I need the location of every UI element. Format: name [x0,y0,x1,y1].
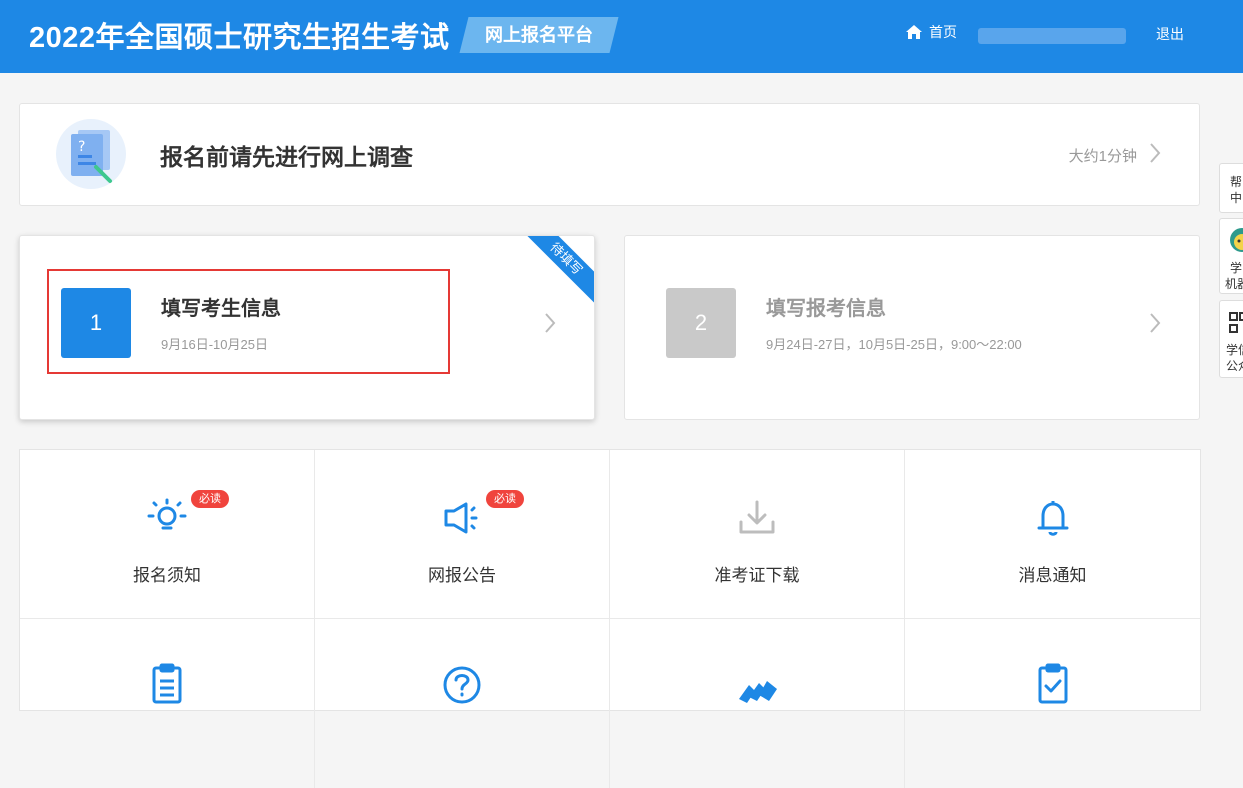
survey-card[interactable]: ? 报名前请先进行网上调查 大约1分钟 [19,103,1200,206]
grid-item-label: 报名须知 [133,566,201,585]
survey-title: 报名前请先进行网上调查 [160,144,413,170]
robot-label-1: 学 [1230,261,1243,275]
step-date: 9月24日-27日，10月5日-25日，9:00～22:00 [766,337,1022,352]
tickets-icon [739,681,777,703]
clipboard-check-icon [1038,663,1067,704]
step-card-1[interactable]: 待填写 1 填写考生信息 9月16日-10月25日 [19,235,595,420]
survey-doc-icon: ? [56,119,126,189]
step-number: 2 [666,288,736,358]
highlight-box [47,269,450,374]
platform-tag: 网上报名平台 [459,17,619,53]
survey-duration: 大约1分钟 [1068,148,1137,165]
logout-link[interactable]: 退出 [1156,24,1184,44]
robot-label-2: 机器 [1225,277,1243,291]
grid-item-label: 网报公告 [428,566,496,585]
grid-item-label: 消息通知 [1018,566,1087,585]
grid-item-announcement[interactable]: 必读 网报公告 [315,450,610,619]
question-circle-icon [443,666,481,704]
robot-avatar-icon [1230,228,1243,252]
required-badge: 必读 [486,490,524,508]
qr-label-1: 学信 [1226,343,1243,357]
grid-item-notice[interactable]: 必读 报名须知 [20,450,315,619]
home-link[interactable]: 首页 [905,22,957,42]
grid-item-label: 准考证下载 [714,566,800,585]
grid-item-messages[interactable]: 消息通知 [905,450,1200,619]
chevron-right-icon [1150,313,1161,333]
robot-tab[interactable]: 学 机器 [1219,218,1243,294]
home-icon [906,25,922,39]
required-badge: 必读 [191,490,229,508]
feature-grid: 必读 报名须知 必读 网报公告 准考证下载 消息通知 [19,449,1201,788]
help-center-tab[interactable]: 帮 中 [1219,163,1243,213]
bell-icon [1037,501,1068,536]
top-header: 2022年全国硕士研究生招生考试 网上报名平台 首页 退出 [0,0,1243,73]
step-title: 填写报考信息 [766,298,886,320]
chevron-right-icon [1150,143,1161,163]
grid-item-admission-ticket[interactable]: 准考证下载 [610,450,905,619]
qr-label-2: 公众 [1226,359,1243,373]
status-ribbon: 待填写 [515,236,594,310]
platform-tag-label: 网上报名平台 [485,25,593,45]
download-icon [739,500,775,534]
svg-text:?: ? [78,139,85,155]
page-title: 2022年全国硕士研究生招生考试 [29,22,450,54]
help-center-label-2: 中 [1230,191,1243,205]
clipboard-list-icon [152,663,182,704]
help-center-label-1: 帮 [1230,175,1243,189]
home-link-label: 首页 [929,24,957,40]
qr-code-icon [1229,312,1243,333]
step-card-2[interactable]: 2 填写报考信息 9月24日-27日，10月5日-25日，9:00～22:00 [624,235,1200,420]
username-redacted [978,28,1126,44]
megaphone-icon [444,502,478,534]
qr-code-tab[interactable]: 学信 公众 [1219,300,1243,378]
chevron-right-icon [545,313,556,333]
lightbulb-icon [147,498,187,530]
